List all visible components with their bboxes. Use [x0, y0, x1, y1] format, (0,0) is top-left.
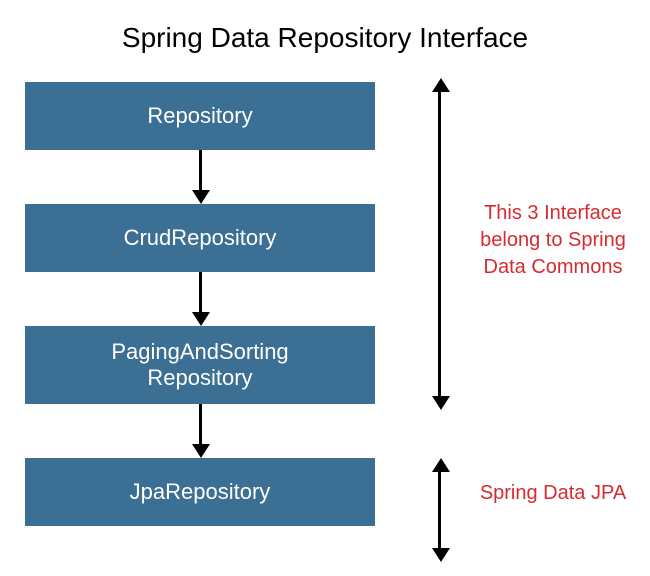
box-paging-sorting-repository: PagingAndSorting Repository	[25, 326, 375, 404]
box-crud-label: CrudRepository	[124, 225, 277, 251]
arrow-line	[199, 150, 202, 190]
arrow-down-icon	[192, 312, 210, 326]
arrow-down-icon	[192, 444, 210, 458]
arrow-down-icon	[432, 396, 450, 410]
box-crud-repository: CrudRepository	[25, 204, 375, 272]
box-jpa-repository: JpaRepository	[25, 458, 375, 526]
annotation-data-commons: This 3 Interface belong to Spring Data C…	[468, 200, 638, 281]
arrow-down-icon	[192, 190, 210, 204]
diagram-title: Spring Data Repository Interface	[0, 22, 650, 54]
arrow-line	[199, 404, 202, 444]
annotation-line: This 3 Interface	[484, 202, 622, 224]
annotation-line: Spring Data JPA	[480, 482, 626, 504]
box-repository-label: Repository	[147, 103, 252, 129]
box-paging-line1: PagingAndSorting	[111, 339, 288, 364]
box-jpa-label: JpaRepository	[130, 479, 271, 505]
box-paging-label: PagingAndSorting Repository	[111, 339, 288, 392]
arrow-line	[199, 272, 202, 312]
annotation-data-jpa: Spring Data JPA	[468, 482, 638, 505]
box-repository: Repository	[25, 82, 375, 150]
annotation-line: Data Commons	[484, 256, 623, 278]
bracket-line	[438, 90, 441, 398]
arrow-down-icon	[432, 548, 450, 562]
annotation-line: belong to Spring	[480, 229, 626, 251]
bracket-line	[438, 470, 441, 550]
box-paging-line2: Repository	[147, 365, 252, 390]
